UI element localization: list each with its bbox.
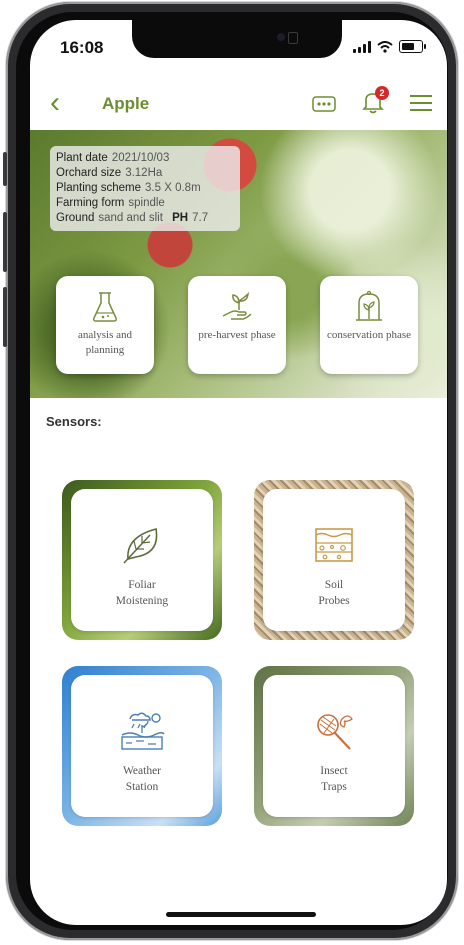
page-title: Apple [102, 94, 150, 113]
lock-icon [288, 32, 298, 44]
leaf-icon [123, 527, 158, 564]
orchard-hero-image: Plant date 2021/10/03 Orchard size 3.12Ha … [30, 130, 447, 398]
notification-badge: 2 [375, 86, 389, 100]
phase-label: analysis and planning [77, 329, 133, 356]
sensor-label: Foliar Moistening [115, 579, 169, 607]
hand-sprout-icon [222, 291, 252, 320]
status-icons [353, 40, 426, 53]
flask-icon [93, 292, 117, 322]
butterfly-net-icon [317, 714, 353, 750]
camera [277, 33, 285, 41]
ground-value: sand and slit [98, 212, 163, 224]
chat-icon [312, 96, 336, 112]
bell-jar-plant-icon [356, 290, 382, 321]
sensor-label: Weather Station [122, 765, 162, 793]
sensor-tile-foliar-moistening[interactable]: Foliar Moistening [62, 480, 222, 640]
weather-icon [121, 712, 165, 750]
phase-card-conservation[interactable]: conservation phase [320, 276, 418, 374]
sensor-label: Insect Traps [320, 765, 348, 793]
app-screen: 16:08 ‹ Apple 2 Plant date 2021/10/03 Or… [30, 20, 447, 925]
mute-switch [3, 152, 7, 186]
sensor-card: Soil Probes [263, 489, 405, 631]
sensor-tile-weather-station[interactable]: Weather Station [62, 666, 222, 826]
sensor-card: Weather Station [71, 675, 213, 817]
app-bar: ‹ Apple 2 [30, 82, 447, 128]
soil-layers-icon [315, 528, 353, 562]
planting-scheme-label: Planting scheme [56, 182, 142, 194]
volume-down-button [3, 287, 7, 347]
phase-label: conservation phase [327, 329, 411, 341]
home-indicator[interactable] [166, 912, 316, 917]
phase-label: pre-harvest phase [198, 329, 276, 341]
sensor-label: Soil Probes [318, 579, 350, 607]
back-chevron-icon[interactable]: ‹ [50, 88, 60, 118]
notch [132, 20, 342, 58]
orchard-size-label: Orchard size [56, 167, 122, 179]
ph-label: PH [172, 212, 189, 224]
menu-icon [410, 95, 432, 111]
plant-date-value: 2021/10/03 [111, 152, 170, 164]
sensor-card: Insect Traps [263, 675, 405, 817]
sensors-heading: Sensors: [46, 414, 102, 429]
menu-button[interactable] [410, 94, 432, 117]
plant-info-panel: Plant date 2021/10/03 Orchard size 3.12Ha … [50, 146, 240, 231]
wifi-icon [377, 40, 393, 53]
phase-card-analysis-planning[interactable]: analysis and planning [56, 276, 154, 374]
orchard-size-value: 3.12Ha [125, 167, 163, 179]
ph-value: 7.7 [192, 212, 209, 224]
notifications-button[interactable]: 2 [362, 86, 389, 119]
plant-date-label: Plant date [56, 152, 108, 164]
chat-button[interactable] [312, 96, 336, 117]
phase-card-pre-harvest[interactable]: pre-harvest phase [188, 276, 286, 374]
signal-icon [353, 40, 371, 53]
sensor-tile-insect-traps[interactable]: Insect Traps [254, 666, 414, 826]
battery-icon [399, 40, 426, 53]
planting-scheme-value: 3.5 X 0.8m [145, 182, 201, 194]
volume-up-button [3, 212, 7, 272]
sensor-card: Foliar Moistening [71, 489, 213, 631]
farming-form-label: Farming form [56, 197, 125, 209]
farming-form-value: spindle [128, 197, 165, 209]
status-time: 16:08 [60, 38, 104, 57]
ground-label: Ground [56, 212, 95, 224]
sensor-tile-soil-probes[interactable]: Soil Probes [254, 480, 414, 640]
